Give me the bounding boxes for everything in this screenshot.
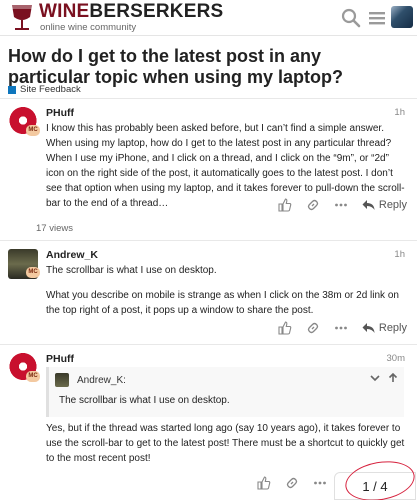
post-body: The scrollbar is what I use on desktop. … [46,263,406,328]
site-brand[interactable]: WINEBERSERKERS [39,2,223,22]
post-actions: Reply [278,320,407,336]
reply-arrow-icon [362,200,375,210]
post-2: MC Andrew_K 1h The scrollbar is what I u… [0,240,417,344]
post-paragraph: The scrollbar is what I use on desktop. [46,265,217,276]
post-paragraph: What you describe on mobile is strange a… [46,290,399,316]
post-username[interactable]: PHuff [46,107,74,119]
mc-badge-icon: MC [26,371,40,382]
post-time[interactable]: 1h [394,249,405,260]
reply-label: Reply [378,322,407,334]
site-header: WINEBERSERKERS online wine community [0,0,417,36]
arrow-up-icon[interactable] [388,373,398,383]
chevron-down-icon[interactable] [370,373,380,383]
mc-badge-icon: MC [26,125,40,136]
post-1: MC PHuff 1h I know this has probably bee… [0,98,417,240]
reply-button[interactable]: Reply [362,322,407,334]
post-username[interactable]: Andrew_K [46,249,98,261]
quote-username: Andrew_K: [77,374,126,386]
search-icon[interactable] [340,7,362,29]
post-username[interactable]: PHuff [46,353,74,365]
category-color-square [8,85,16,94]
like-icon[interactable] [278,198,292,212]
category-badge[interactable]: Site Feedback [8,84,81,95]
reply-label: Reply [378,199,407,211]
post-actions [257,475,327,491]
more-options-icon[interactable] [334,198,348,212]
like-icon[interactable] [278,321,292,335]
quote-avatar [55,373,69,387]
more-options-icon[interactable] [334,321,348,335]
quote-block: Andrew_K: The scrollbar is what I use on… [46,367,404,417]
quote-controls [370,373,398,383]
reply-button[interactable]: Reply [362,199,407,211]
post-body: Yes, but if the thread was started long … [46,423,405,464]
post-time[interactable]: 1h [394,107,405,118]
post-time[interactable]: 30m [387,353,405,364]
quote-header[interactable]: Andrew_K: [55,373,126,387]
link-icon[interactable] [306,321,320,335]
category-name: Site Feedback [20,84,81,95]
post-actions: Reply [278,197,407,213]
topic-views: 17 views [36,223,73,234]
wine-glass-logo-icon[interactable] [6,3,38,33]
link-icon[interactable] [285,476,299,490]
site-tagline: online wine community [40,22,137,33]
user-avatar[interactable] [391,6,413,28]
topic-title[interactable]: How do I get to the latest post in any p… [8,46,408,88]
quote-text: The scrollbar is what I use on desktop. [59,395,230,406]
mc-badge-icon: MC [26,267,40,278]
like-icon[interactable] [257,476,271,490]
more-options-icon[interactable] [313,476,327,490]
reply-arrow-icon [362,323,375,333]
hamburger-menu-icon[interactable] [366,7,388,29]
brand-wine: WINE [39,1,90,22]
link-icon[interactable] [306,198,320,212]
brand-berserkers: BERSERKERS [89,1,224,22]
